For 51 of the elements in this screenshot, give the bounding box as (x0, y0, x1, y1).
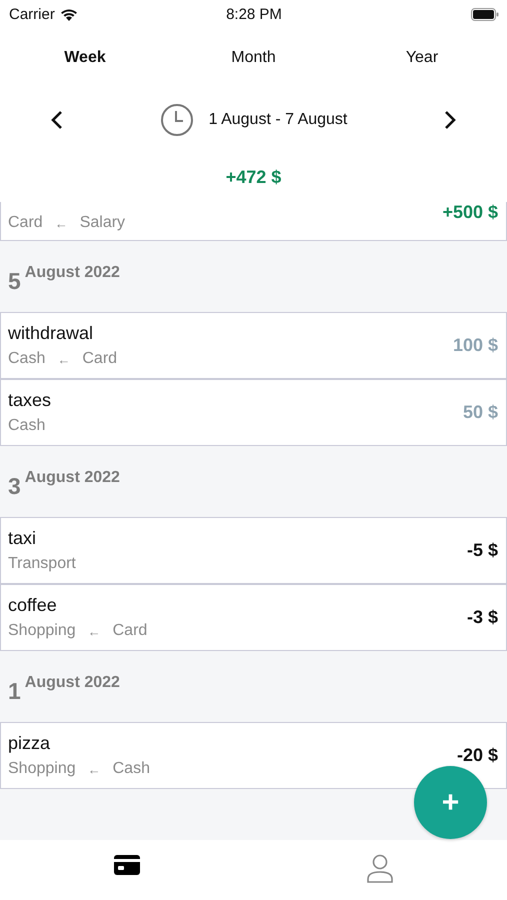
carrier-label: Carrier (9, 6, 55, 22)
amount-label: 100 $ (452, 335, 498, 356)
amount-label: -3 $ (466, 607, 498, 628)
clock-icon (160, 103, 194, 137)
person-icon[interactable] (366, 854, 394, 884)
month-year-label: August 2022 (24, 469, 120, 487)
transaction-card[interactable]: taxi Transport -5 $ (0, 517, 507, 584)
transaction-card[interactable]: Card ← Salary +500 $ (0, 202, 507, 241)
transaction-title: withdrawal (8, 323, 94, 344)
amount-label: -20 $ (456, 745, 498, 766)
chevron-left-icon[interactable] (50, 110, 64, 130)
account-label: Card (82, 350, 118, 368)
transaction-card[interactable]: pizza Shopping ← Cash -20 $ (0, 722, 507, 789)
transaction-card[interactable]: taxes Cash 50 $ (0, 379, 507, 446)
day-number: 1 (8, 678, 21, 705)
transaction-card[interactable]: coffee Shopping ← Card -3 $ (0, 584, 507, 651)
transaction-title: coffee (8, 595, 58, 616)
account-label: Shopping (8, 622, 76, 640)
account-label: Salary (80, 214, 126, 232)
amount-label: +500 $ (442, 202, 498, 223)
period-tab[interactable]: Week (0, 45, 170, 71)
transaction-card[interactable]: withdrawal Cash ← Card 100 $ (0, 312, 507, 379)
arrow-glyph: ← (88, 624, 101, 638)
arrow-glyph: ← (88, 762, 101, 776)
arrow-glyph: ← (54, 216, 68, 230)
card-icon[interactable] (112, 854, 141, 876)
period-total: +472 $ (226, 166, 282, 188)
period-tab[interactable]: Month (170, 45, 337, 71)
account-label: Card (8, 214, 43, 232)
arrow-glyph: ← (57, 352, 70, 366)
account-label: Cash (8, 417, 46, 435)
account-label: Cash (112, 760, 150, 778)
wifi-icon (60, 8, 78, 20)
month-year-label: August 2022 (24, 264, 120, 282)
month-year-label: August 2022 (24, 674, 120, 692)
transaction-title: taxi (8, 528, 38, 549)
chevron-right-icon[interactable] (442, 110, 457, 130)
period-tab[interactable]: Year (337, 45, 507, 71)
transaction-title: taxes (8, 390, 52, 411)
account-label: Card (112, 622, 148, 640)
account-label: Cash (8, 350, 46, 368)
clock-time: 8:28 PM (226, 6, 282, 22)
date-range: 1 August - 7 August (208, 111, 348, 129)
battery-icon (471, 8, 499, 20)
day-number: 5 (8, 268, 21, 295)
amount-label: 50 $ (462, 402, 498, 423)
transaction-title: pizza (8, 733, 52, 754)
account-label: Transport (8, 555, 76, 573)
amount-label: -5 $ (466, 540, 498, 561)
day-number: 3 (8, 473, 21, 500)
account-label: Shopping (8, 760, 76, 778)
